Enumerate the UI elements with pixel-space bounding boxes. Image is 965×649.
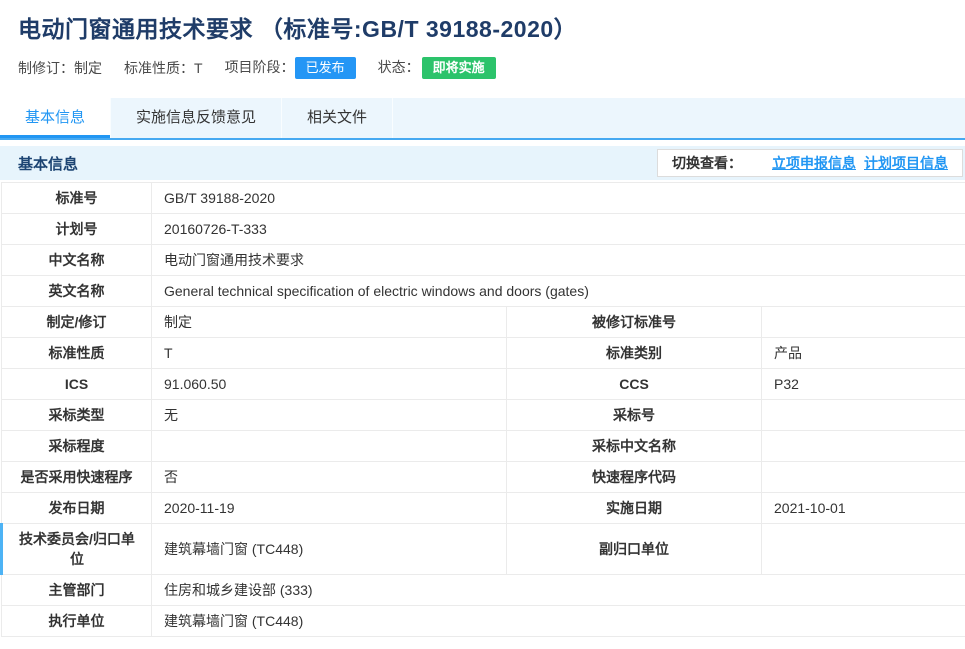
row-label: 采标类型 <box>2 400 152 431</box>
row-label: 计划号 <box>2 214 152 245</box>
table-row: 英文名称 General technical specification of … <box>2 276 965 307</box>
table-row: ICS 91.060.50 CCS P32 <box>2 369 965 400</box>
table-row: 标准号 GB/T 39188-2020 <box>2 183 965 214</box>
row-value: 91.060.50 <box>152 369 507 400</box>
row-label: CCS <box>507 369 762 400</box>
meta-revision: 制修订：制定 <box>18 58 102 78</box>
meta-nature: 标准性质：T <box>124 58 203 78</box>
row-value: 住房和城乡建设部 (333) <box>152 575 965 606</box>
row-label: 副归口单位 <box>507 524 762 575</box>
row-label: 发布日期 <box>2 493 152 524</box>
row-value <box>762 462 965 493</box>
row-value <box>762 431 965 462</box>
row-value <box>762 400 965 431</box>
table-row: 采标程度 采标中文名称 <box>2 431 965 462</box>
tab-implementation-feedback[interactable]: 实施信息反馈意见 <box>111 98 282 138</box>
link-project-application-info[interactable]: 立项申报信息 <box>772 153 856 173</box>
row-label: 制定/修订 <box>2 307 152 338</box>
row-label: 标准性质 <box>2 338 152 369</box>
row-value: 2020-11-19 <box>152 493 507 524</box>
row-label: 执行单位 <box>2 606 152 637</box>
row-value: GB/T 39188-2020 <box>152 183 965 214</box>
row-value: 20160726-T-333 <box>152 214 965 245</box>
row-label: 是否采用快速程序 <box>2 462 152 493</box>
link-plan-project-info[interactable]: 计划项目信息 <box>864 153 948 173</box>
switch-view-box: 切换查看： 立项申报信息 计划项目信息 <box>657 149 963 177</box>
table-row: 技术委员会/归口单位 建筑幕墙门窗 (TC448) 副归口单位 <box>2 524 965 575</box>
row-label: 采标程度 <box>2 431 152 462</box>
table-row: 制定/修订 制定 被修订标准号 <box>2 307 965 338</box>
row-value: 建筑幕墙门窗 (TC448) <box>152 524 507 575</box>
row-value: 电动门窗通用技术要求 <box>152 245 965 276</box>
row-label: 英文名称 <box>2 276 152 307</box>
row-label: 标准号 <box>2 183 152 214</box>
row-label: 实施日期 <box>507 493 762 524</box>
standard-detail-page: 电动门窗通用技术要求 （标准号:GB/T 39188-2020） 制修订：制定 … <box>0 0 965 649</box>
page-title: 电动门窗通用技术要求 （标准号:GB/T 39188-2020） <box>18 10 947 44</box>
row-value: T <box>152 338 507 369</box>
row-value: 无 <box>152 400 507 431</box>
row-value <box>762 307 965 338</box>
table-row: 主管部门 住房和城乡建设部 (333) <box>2 575 965 606</box>
meta-stage: 项目阶段：已发布 <box>225 57 356 79</box>
meta-stage-label: 项目阶段： <box>225 59 295 75</box>
row-value: 建筑幕墙门窗 (TC448) <box>152 606 965 637</box>
status-badge-published: 已发布 <box>295 57 356 79</box>
standard-info-table: 标准号 GB/T 39188-2020 计划号 20160726-T-333 中… <box>0 182 965 637</box>
table-row: 发布日期 2020-11-19 实施日期 2021-10-01 <box>2 493 965 524</box>
meta-status-label: 状态： <box>378 59 420 75</box>
row-value: General technical specification of elect… <box>152 276 965 307</box>
section-title: 基本信息 <box>18 153 78 174</box>
row-label: 标准类别 <box>507 338 762 369</box>
table-row: 是否采用快速程序 否 快速程序代码 <box>2 462 965 493</box>
table-row: 中文名称 电动门窗通用技术要求 <box>2 245 965 276</box>
row-label: 快速程序代码 <box>507 462 762 493</box>
tab-bar: 基本信息 实施信息反馈意见 相关文件 <box>0 98 965 140</box>
status-badge-upcoming: 即将实施 <box>422 57 496 79</box>
row-label: 中文名称 <box>2 245 152 276</box>
switch-view-label: 切换查看： <box>672 153 742 173</box>
tab-basic-info[interactable]: 基本信息 <box>0 98 111 138</box>
meta-status: 状态：即将实施 <box>378 57 496 79</box>
table-row: 标准性质 T 标准类别 产品 <box>2 338 965 369</box>
section-header: 基本信息 切换查看： 立项申报信息 计划项目信息 <box>0 146 965 180</box>
row-value <box>152 431 507 462</box>
table-row: 执行单位 建筑幕墙门窗 (TC448) <box>2 606 965 637</box>
row-label: 采标号 <box>507 400 762 431</box>
row-value: 制定 <box>152 307 507 338</box>
row-value: 产品 <box>762 338 965 369</box>
row-value: P32 <box>762 369 965 400</box>
row-value <box>762 524 965 575</box>
page-header: 电动门窗通用技术要求 （标准号:GB/T 39188-2020） 制修订：制定 … <box>0 0 965 80</box>
row-label: 采标中文名称 <box>507 431 762 462</box>
row-label: ICS <box>2 369 152 400</box>
meta-row: 制修订：制定 标准性质：T 项目阶段：已发布 状态：即将实施 <box>18 56 947 80</box>
table-row: 计划号 20160726-T-333 <box>2 214 965 245</box>
row-value: 否 <box>152 462 507 493</box>
row-label: 技术委员会/归口单位 <box>2 524 152 575</box>
row-value: 2021-10-01 <box>762 493 965 524</box>
row-label: 主管部门 <box>2 575 152 606</box>
row-label: 被修订标准号 <box>507 307 762 338</box>
tab-related-files[interactable]: 相关文件 <box>282 98 393 138</box>
table-row: 采标类型 无 采标号 <box>2 400 965 431</box>
